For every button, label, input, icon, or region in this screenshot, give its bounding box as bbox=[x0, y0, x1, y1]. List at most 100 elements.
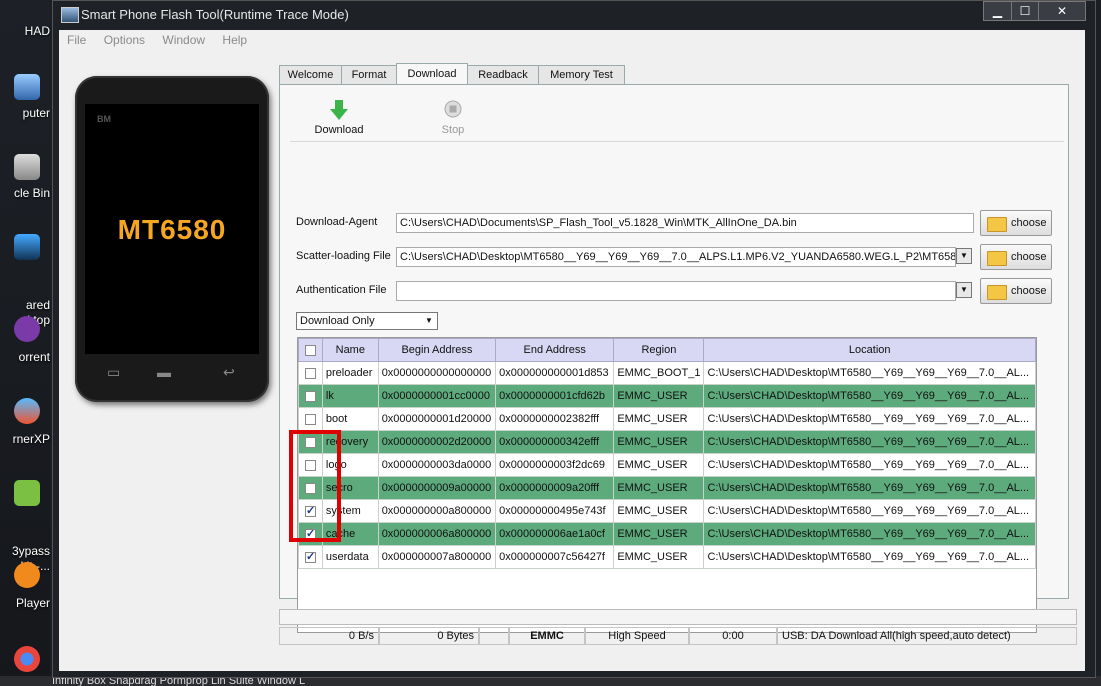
cell-begin: 0x0000000000000000 bbox=[377, 361, 497, 385]
tab-memory-test[interactable]: Memory Test bbox=[538, 65, 625, 84]
select-all-checkbox[interactable] bbox=[298, 338, 323, 362]
auth-input[interactable] bbox=[396, 281, 956, 301]
row-checkbox-cell bbox=[298, 430, 323, 454]
col-location[interactable]: Location bbox=[703, 338, 1036, 362]
client-area: BM MT6580 ▭ ▬ ↩ Welcome Format Download … bbox=[59, 52, 1085, 671]
cell-begin: 0x000000007a800000 bbox=[377, 545, 497, 569]
folder-icon bbox=[987, 285, 1007, 300]
cell-name: boot bbox=[321, 407, 379, 431]
cell-begin: 0x0000000003da0000 bbox=[377, 453, 497, 477]
scatter-dropdown-arrow-icon[interactable]: ▼ bbox=[956, 248, 972, 264]
desktop-icon-user[interactable]: HAD bbox=[0, 24, 50, 39]
download-agent-input[interactable]: C:\Users\CHAD\Documents\SP_Flash_Tool_v5… bbox=[396, 213, 974, 233]
phone-keys: ▭ ▬ ↩ bbox=[85, 364, 259, 388]
cell-end: 0x0000000002382fff bbox=[495, 407, 615, 431]
close-button[interactable]: ✕ bbox=[1038, 1, 1086, 21]
chevron-down-icon: ▼ bbox=[425, 316, 433, 325]
tab-welcome[interactable]: Welcome bbox=[279, 65, 342, 84]
table-row[interactable]: boot 0x0000000001d20000 0x0000000002382fff… bbox=[298, 407, 1036, 431]
col-region[interactable]: Region bbox=[613, 338, 705, 362]
menu-options[interactable]: Options bbox=[96, 30, 151, 47]
stop-button[interactable]: Stop bbox=[418, 99, 488, 136]
table-row[interactable]: system0x000000000a8000000x00000000495e74… bbox=[298, 499, 1036, 523]
row-checkbox[interactable] bbox=[304, 550, 316, 563]
cell-end: 0x0000000003f2dc69 bbox=[495, 453, 615, 477]
col-name[interactable]: Name bbox=[321, 338, 379, 362]
menu-bar: File Options Window Help bbox=[59, 30, 1085, 53]
menu-window[interactable]: Window bbox=[154, 30, 211, 47]
download-toolbar: Download Stop bbox=[290, 95, 1064, 142]
cell-name: lk bbox=[321, 384, 379, 408]
download-arrow-icon bbox=[330, 100, 348, 120]
cell-end: 0x000000007c56427f bbox=[495, 545, 615, 569]
table-row[interactable]: logo 0x0000000003da0000 0x0000000003f2dc69… bbox=[298, 453, 1036, 477]
col-end-address[interactable]: End Address bbox=[495, 338, 615, 362]
cell-location: C:\Users\CHAD\Desktop\MT6580__Y69__Y69__… bbox=[703, 476, 1036, 500]
row-checkbox-cell bbox=[298, 407, 323, 431]
choose-scatter-button[interactable]: choose bbox=[980, 244, 1052, 270]
cell-location: C:\Users\CHAD\Desktop\MT6580__Y69__Y69__… bbox=[703, 522, 1036, 546]
tab-readback[interactable]: Readback bbox=[467, 65, 539, 84]
row-checkbox-cell bbox=[298, 384, 323, 408]
cell-region: EMMC_USER bbox=[613, 476, 705, 500]
table-row[interactable]: secro 0x0000000009a00000 0x0000000009a20ff… bbox=[298, 476, 1036, 500]
status-spacer bbox=[479, 627, 509, 645]
table-row[interactable]: preloader 0x0000000000000000 0x00000000000… bbox=[298, 361, 1036, 385]
status-speed: 0 B/s bbox=[279, 627, 379, 645]
desktop-icon-utorrent[interactable]: orrent bbox=[0, 316, 50, 365]
menu-help[interactable]: Help bbox=[214, 30, 253, 47]
cell-location: C:\Users\CHAD\Desktop\MT6580__Y69__Y69__… bbox=[703, 384, 1036, 408]
download-mode-select[interactable]: Download Only ▼ bbox=[296, 312, 438, 330]
choose-download-agent-button[interactable]: choose bbox=[980, 210, 1052, 236]
cell-location: C:\Users\CHAD\Desktop\MT6580__Y69__Y69__… bbox=[703, 453, 1036, 477]
minimize-button[interactable]: ▁ bbox=[983, 1, 1012, 21]
cell-region: EMMC_USER bbox=[613, 384, 705, 408]
desktop-icon-player[interactable]: Player bbox=[0, 562, 50, 611]
cell-region: EMMC_USER bbox=[613, 430, 705, 454]
row-checkbox[interactable] bbox=[304, 367, 316, 379]
desktop-icon-computer[interactable]: puter bbox=[0, 74, 50, 121]
row-checkbox[interactable] bbox=[304, 504, 316, 517]
status-storage: EMMC bbox=[509, 627, 585, 645]
row-checkbox-cell bbox=[298, 453, 323, 477]
row-checkbox[interactable] bbox=[304, 459, 316, 471]
table-row[interactable]: lk 0x0000000001cc0000 0x0000000001cfd62b EM… bbox=[298, 384, 1036, 408]
row-checkbox[interactable] bbox=[304, 413, 316, 425]
cell-region: EMMC_USER bbox=[613, 407, 705, 431]
cell-begin: 0x0000000002d20000 bbox=[377, 430, 497, 454]
row-checkbox[interactable] bbox=[304, 527, 316, 540]
maximize-button[interactable]: ☐ bbox=[1011, 1, 1039, 21]
row-checkbox[interactable] bbox=[304, 482, 316, 494]
scatter-input[interactable]: C:\Users\CHAD\Desktop\MT6580__Y69__Y69__… bbox=[396, 247, 956, 267]
tab-format[interactable]: Format bbox=[341, 65, 397, 84]
row-checkbox[interactable] bbox=[304, 390, 316, 402]
recycle-bin-icon bbox=[14, 154, 40, 180]
menu-file[interactable]: File bbox=[59, 30, 92, 47]
col-begin-address[interactable]: Begin Address bbox=[377, 338, 497, 362]
desktop-icons: HAD puter cle Bin ared ktop orrent rnerX… bbox=[0, 0, 50, 686]
cell-region: EMMC_USER bbox=[613, 453, 705, 477]
tab-download[interactable]: Download bbox=[396, 63, 468, 84]
table-row[interactable]: cache0x000000006a8000000x000000006ae1a0c… bbox=[298, 522, 1036, 546]
cell-begin: 0x0000000001d20000 bbox=[377, 407, 497, 431]
table-row[interactable]: recovery 0x0000000002d20000 0x000000000342… bbox=[298, 430, 1036, 454]
desktop-icon-cornerxp[interactable]: rnerXP bbox=[0, 398, 50, 447]
choose-auth-button[interactable]: choose bbox=[980, 278, 1052, 304]
phone-screen: BM MT6580 bbox=[85, 104, 259, 354]
auth-dropdown-arrow-icon[interactable]: ▼ bbox=[956, 282, 972, 298]
cell-end: 0x00000000495e743f bbox=[495, 499, 615, 523]
desktop-icon-recycle-bin[interactable]: cle Bin bbox=[0, 154, 50, 201]
title-bar[interactable]: Smart Phone Flash Tool(Runtime Trace Mod… bbox=[53, 1, 1095, 29]
row-checkbox[interactable] bbox=[304, 436, 316, 448]
home-key-icon: ▬ bbox=[157, 364, 171, 380]
cell-name: secro bbox=[321, 476, 379, 500]
cornerxp-icon bbox=[14, 398, 40, 424]
cell-name: preloader bbox=[321, 361, 379, 385]
status-bytes: 0 Bytes bbox=[379, 627, 479, 645]
download-button[interactable]: Download bbox=[304, 99, 374, 136]
download-agent-label: Download-Agent bbox=[296, 216, 378, 228]
cell-name: userdata bbox=[321, 545, 379, 569]
table-row[interactable]: userdata0x000000007a8000000x000000007c56… bbox=[298, 545, 1036, 569]
download-panel: Download Stop Download-Agent C:\Users\CH… bbox=[279, 84, 1069, 633]
phone-brand: BM bbox=[97, 114, 111, 124]
